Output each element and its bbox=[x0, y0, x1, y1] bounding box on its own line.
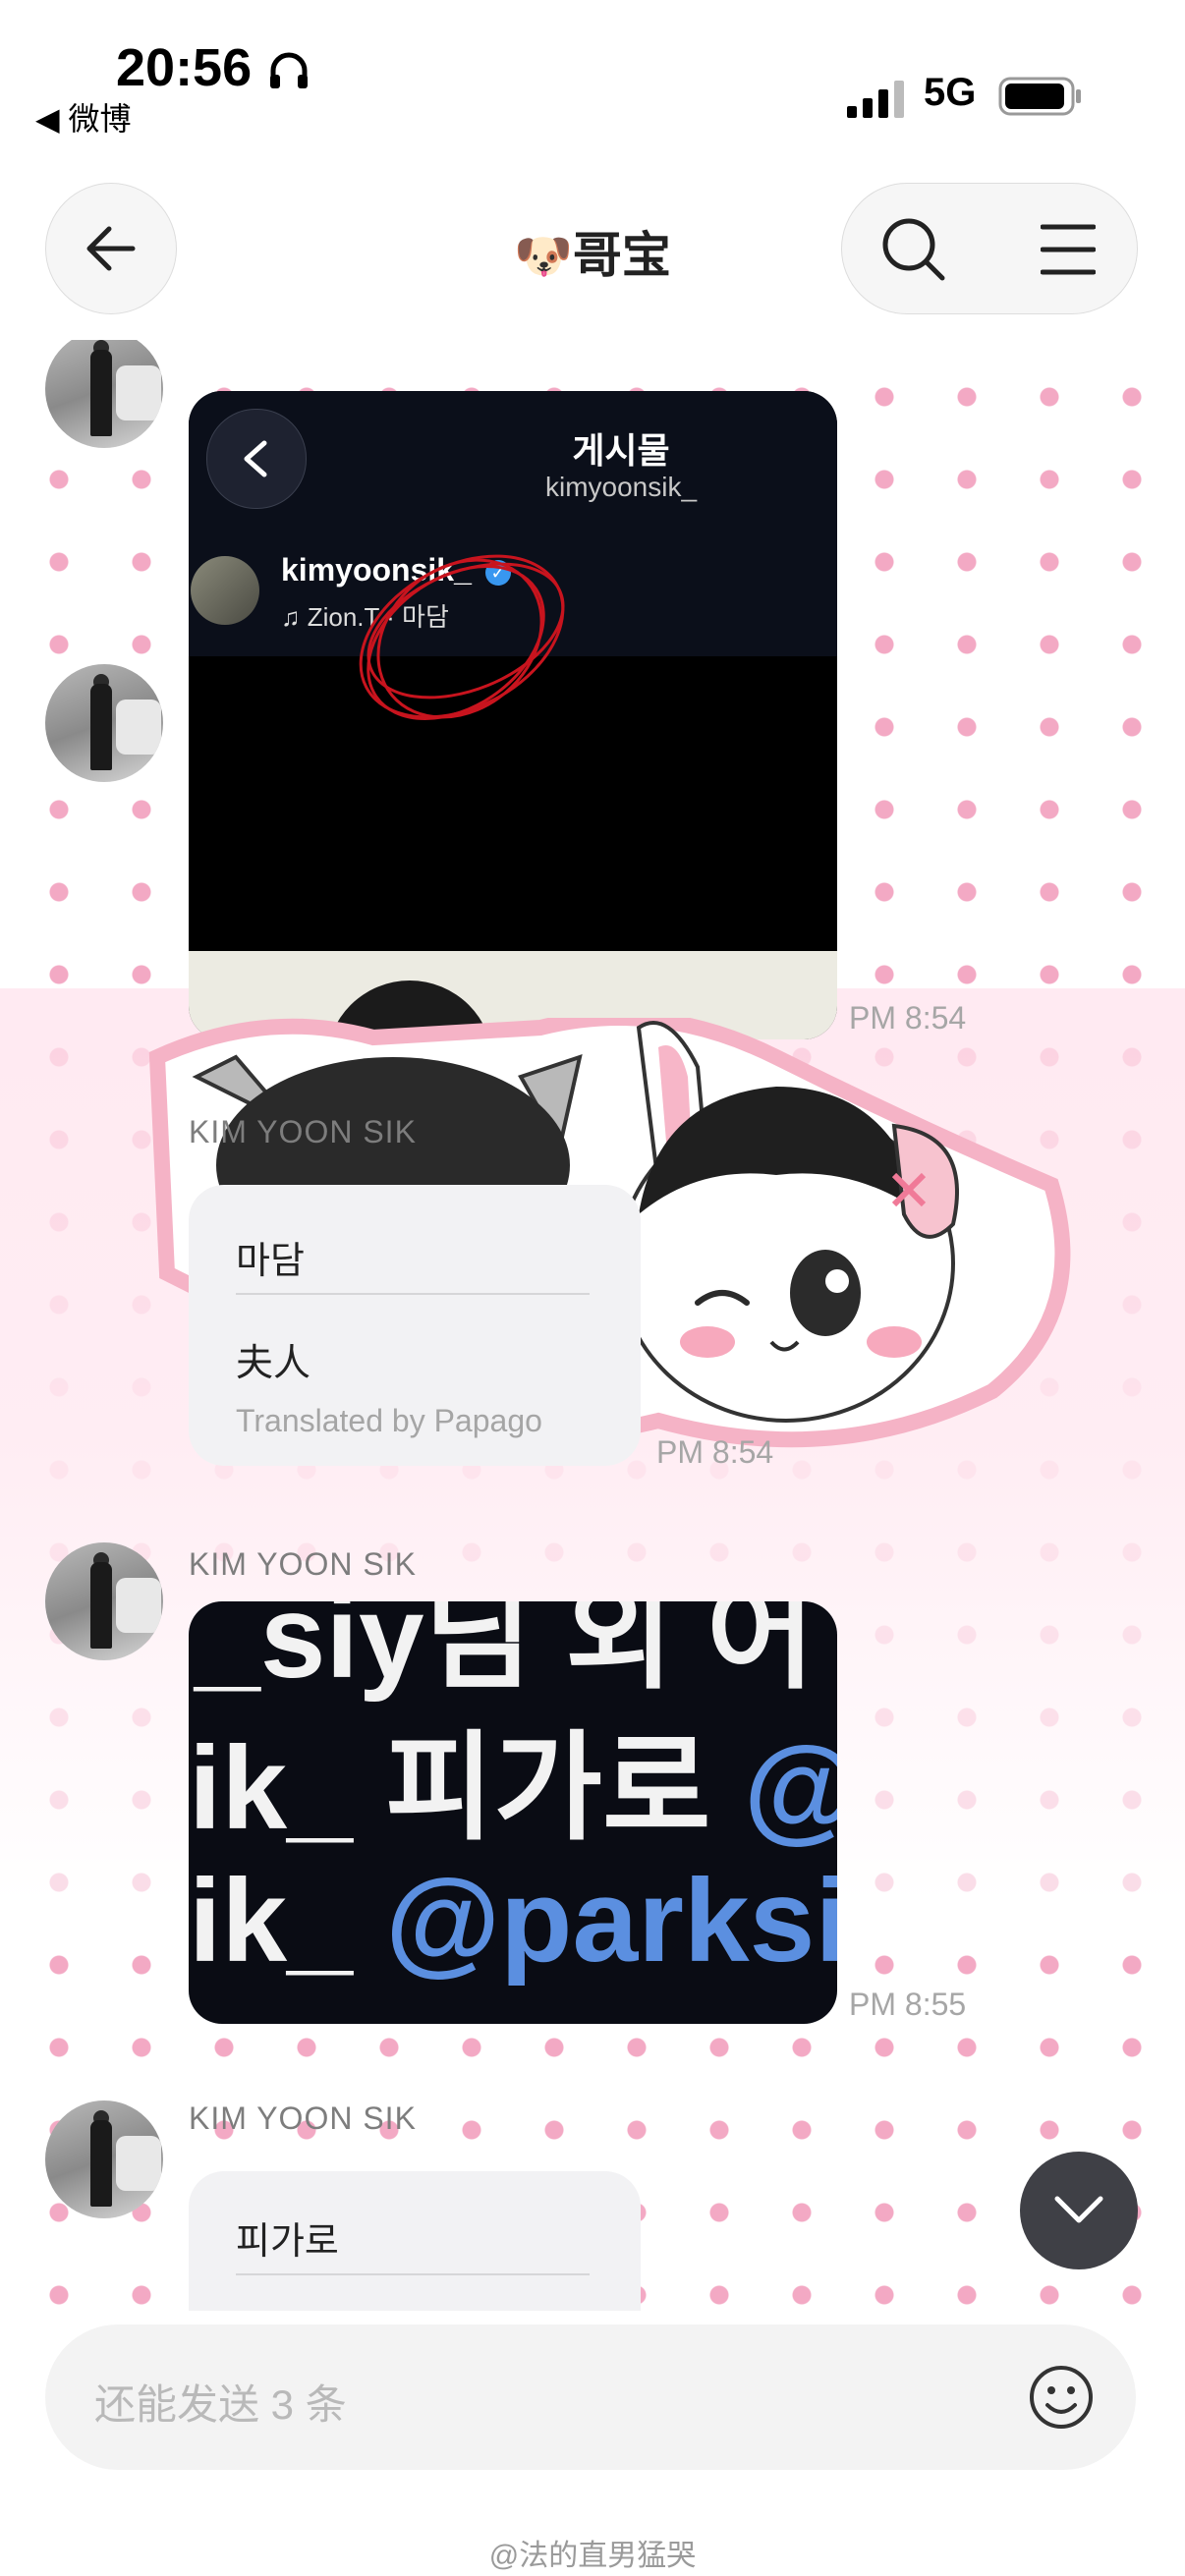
bubble-divider bbox=[236, 2273, 590, 2275]
emoji-icon[interactable] bbox=[1028, 2364, 1095, 2436]
message-time: PM 8:54 bbox=[656, 1434, 774, 1470]
avatar[interactable] bbox=[45, 1542, 163, 1660]
message-input-placeholder: 还能发送 3 条 bbox=[94, 2381, 347, 2428]
avatar[interactable] bbox=[45, 2100, 163, 2218]
search-icon[interactable] bbox=[879, 215, 948, 289]
avatar[interactable] bbox=[45, 340, 163, 448]
input-bar: 还能发送 3 条 @法的直男猛哭 bbox=[0, 2311, 1185, 2576]
chat-messages[interactable]: 게시물 kimyoonsik_ kimyoonsik_ ✓ ♫ Zion.T ·… bbox=[0, 340, 1185, 2311]
red-scribble-circle bbox=[359, 554, 565, 720]
original-text: 피가로 bbox=[236, 2221, 339, 2263]
avatar[interactable] bbox=[45, 664, 163, 782]
sender-name: KIM YOON SIK bbox=[189, 1546, 417, 1582]
message-time: PM 8:55 bbox=[849, 1987, 967, 2022]
post-header: 게시물 kimyoonsik_ kimyoonsik_ ✓ ♫ Zion.T ·… bbox=[189, 391, 837, 720]
post-avatar bbox=[191, 556, 259, 625]
sender-name: KIM YOON SIK bbox=[189, 1114, 417, 1149]
image-text-line: ik_ 피가로 @ bbox=[189, 1722, 837, 1854]
header-actions bbox=[841, 183, 1138, 314]
sender-name: KIM YOON SIK bbox=[189, 2100, 417, 2136]
image-text-line: ik_ @parksiy bbox=[189, 1855, 837, 1987]
chat-title-text: 哥宝 bbox=[572, 228, 671, 283]
post-page-subtitle: kimyoonsik_ bbox=[544, 472, 698, 502]
post-page-title: 게시물 bbox=[572, 430, 670, 471]
chat-header: 🐶哥宝 bbox=[0, 147, 1185, 340]
bubble-divider bbox=[236, 1293, 590, 1295]
image-message[interactable]: 게시물 kimyoonsik_ kimyoonsik_ ✓ ♫ Zion.T ·… bbox=[189, 391, 837, 1039]
battery-icon bbox=[998, 77, 1083, 121]
network-label: 5G bbox=[924, 71, 977, 114]
signal-icon bbox=[847, 81, 908, 123]
translated-message-bubble[interactable]: 피가로 bbox=[189, 2171, 641, 2311]
scroll-to-bottom-button[interactable] bbox=[1020, 2152, 1138, 2269]
post-back-icon bbox=[206, 409, 307, 509]
translated-message-bubble[interactable]: 마담 夫人 Translated by Papago bbox=[189, 1185, 641, 1466]
headphones-icon bbox=[267, 49, 310, 97]
image-message[interactable]: _siy님 외 어 ik_ 피가로 @ ik_ @parksiy bbox=[189, 1601, 837, 2024]
status-time: 20:56 bbox=[116, 38, 253, 97]
chevron-down-icon bbox=[1054, 2196, 1103, 2223]
menu-icon[interactable] bbox=[1040, 223, 1097, 281]
status-bar: 20:56 ◀ 微博 5G bbox=[0, 0, 1185, 147]
translation-credit: Translated by Papago bbox=[236, 1403, 542, 1438]
back-to-app-link[interactable]: ◀ 微博 bbox=[35, 94, 132, 140]
original-text: 마담 bbox=[236, 1241, 305, 1282]
watermark: @法的直男猛哭 bbox=[488, 2540, 697, 2572]
message-input[interactable]: 还能发送 3 条 bbox=[45, 2324, 1136, 2470]
translated-text: 夫人 bbox=[236, 1343, 311, 1384]
dog-emoji: 🐶 bbox=[514, 231, 573, 283]
